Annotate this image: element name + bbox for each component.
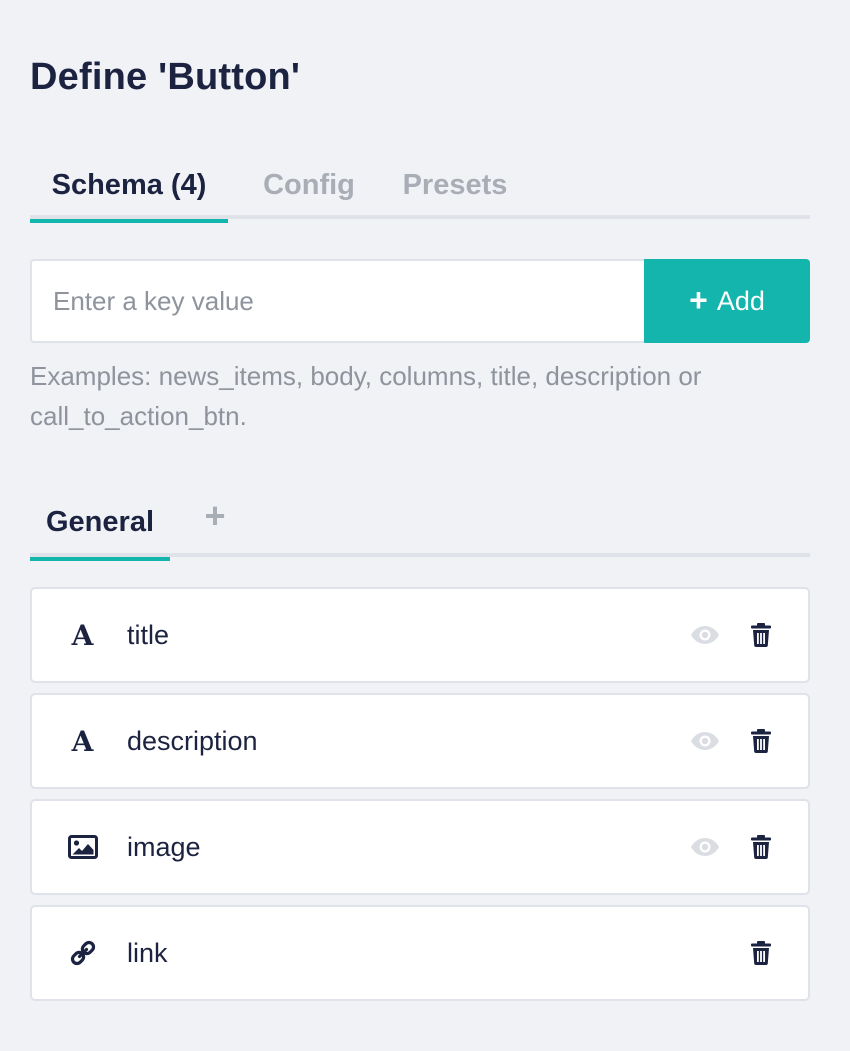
field-list: A title A description image link [30,587,810,1011]
trash-icon [751,941,771,965]
plus-icon: + [689,281,708,318]
group-tabs: General + [30,487,810,561]
field-name: title [127,619,170,650]
text-icon: A [71,618,94,652]
key-input[interactable] [30,259,644,343]
eye-icon [691,732,719,750]
trash-icon [751,623,771,647]
trash-icon [751,835,771,859]
field-row-title[interactable]: A title [30,587,810,683]
tab-schema[interactable]: Schema (4) [30,152,228,223]
delete-button[interactable] [733,905,789,1001]
page-title: Define 'Button' [30,56,301,98]
eye-icon [691,626,719,644]
delete-button[interactable] [733,799,789,895]
key-examples-hint: Examples: news_items, body, columns, tit… [30,361,702,431]
field-row-image[interactable]: image [30,799,810,895]
image-icon [32,799,127,895]
field-row-link[interactable]: link [30,905,810,1001]
delete-button[interactable] [733,693,789,789]
tab-presets[interactable]: Presets [390,152,520,219]
schema-tabs: Schema (4) Config Presets [30,152,810,223]
tab-group-general[interactable]: General [30,487,170,561]
plus-icon: + [204,495,226,536]
add-button[interactable]: + Add [644,259,810,343]
field-name: image [127,831,201,862]
add-button-label: Add [716,285,765,316]
add-key-row: + Add [30,259,810,343]
field-name: link [127,937,168,968]
tab-config[interactable]: Config [228,152,390,219]
field-row-description[interactable]: A description [30,693,810,789]
visibility-toggle[interactable] [677,693,733,789]
field-name: description [127,725,258,756]
link-icon [32,905,127,1001]
add-group-button[interactable]: + [170,481,260,551]
delete-button[interactable] [733,587,789,683]
eye-icon [691,838,719,856]
visibility-toggle[interactable] [677,799,733,895]
visibility-toggle[interactable] [677,587,733,683]
trash-icon [751,729,771,753]
text-icon: A [71,724,94,758]
